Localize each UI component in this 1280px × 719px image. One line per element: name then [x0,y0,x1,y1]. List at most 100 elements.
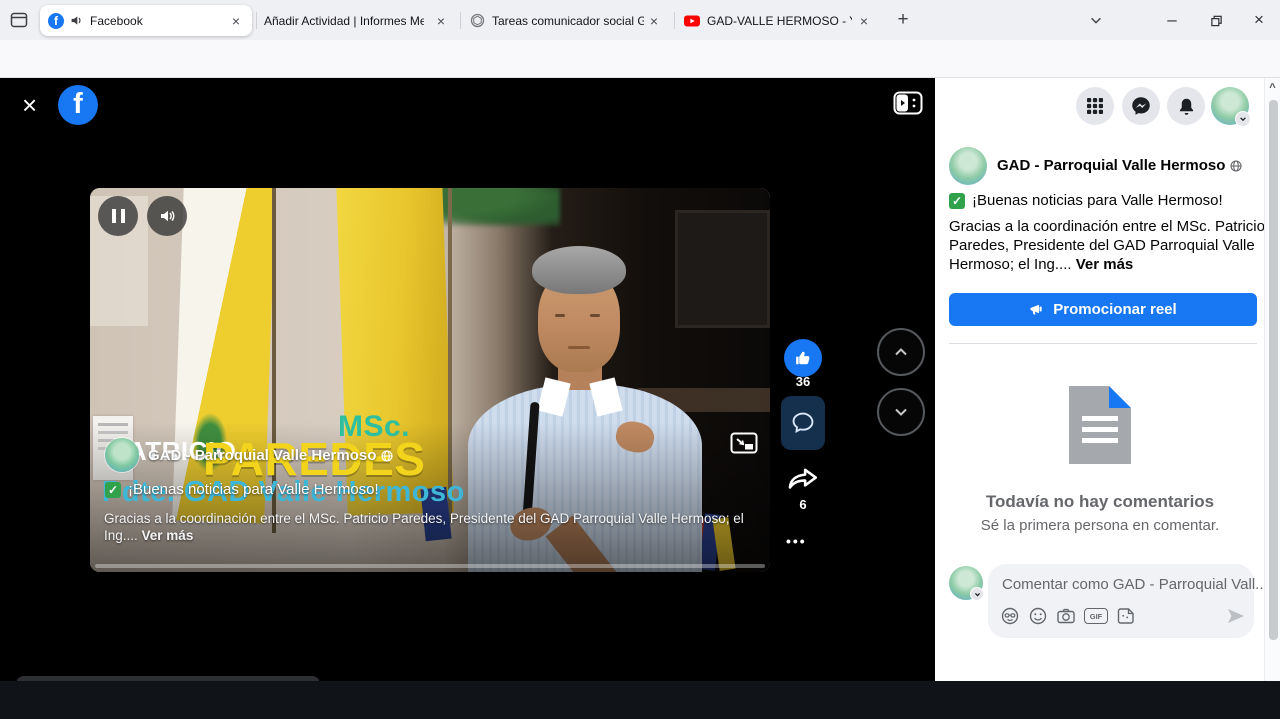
no-comments-subtitle: Sé la primera persona en comentar. [935,517,1265,534]
emoji-smile-icon[interactable] [1028,606,1048,626]
check-emoji: ✓ [105,482,121,498]
see-more-link[interactable]: Ver más [142,528,194,543]
firefox-view-icon[interactable] [9,10,29,30]
page-name: GAD - Parroquial Valle Hermoso [997,157,1225,174]
tab-tareas[interactable]: Tareas comunicador social GAD × [462,5,670,36]
overlay-page-name: GAD - Parroquial Valle Hermoso [148,447,376,464]
tab-audio-icon[interactable] [70,14,83,27]
composer-avatar-chevron [970,587,984,601]
reel-viewer: × f [0,78,935,681]
empty-comments-icon [1069,386,1131,464]
sidebar-scrollbar[interactable]: ^ [1264,78,1280,681]
window-minimize-button[interactable]: – [1150,0,1194,40]
notifications-button[interactable] [1167,87,1205,125]
apps-grid-icon [1086,97,1104,115]
list-tabs-chevron-icon[interactable] [1074,0,1118,40]
page-avatar[interactable] [949,147,987,185]
tab-facebook[interactable]: f Facebook × [40,5,252,36]
tab-separator [256,12,257,29]
thumbs-up-icon [793,348,813,368]
messenger-icon [1131,96,1151,116]
tab-close-icon[interactable]: × [856,14,872,28]
comment-placeholder[interactable]: Comentar como GAD - Parroquial Vall... [1002,576,1268,593]
camera-icon[interactable] [1056,606,1076,626]
apps-menu-button[interactable] [1076,87,1114,125]
tab-informes[interactable]: Añadir Actividad | Informes Mensua × [258,5,455,36]
comment-composer[interactable]: Comentar como GAD - Parroquial Vall... G… [988,564,1254,638]
avatar-sticker-icon[interactable] [1000,606,1020,626]
new-tab-button[interactable]: + [890,7,916,33]
tab-separator [674,12,675,29]
tab-title: Tareas comunicador social GAD [492,14,644,28]
like-button[interactable] [784,339,822,377]
facebook-favicon: f [48,13,64,29]
promote-reel-button[interactable]: Promocionar reel [949,293,1257,326]
next-reel-button[interactable] [877,388,925,436]
headline-row: ✓ ¡Buenas noticias para Valle Hermoso! [949,192,1223,209]
like-count: 36 [773,374,833,389]
promote-label: Promocionar reel [1053,301,1176,318]
check-emoji: ✓ [949,193,965,209]
overlay-headline: ¡Buenas noticias para Valle Hermoso! [128,481,379,498]
composer-avatar[interactable] [949,566,983,600]
pause-button[interactable] [98,196,138,236]
overlay-page-avatar[interactable] [105,438,139,472]
window-restore-button[interactable] [1194,0,1238,40]
gif-icon[interactable]: GIF [1084,608,1108,624]
divider [949,343,1257,344]
reel-sidebar: GAD - Parroquial Valle Hermoso ✓ ¡Buenas… [935,78,1280,681]
overlay-page-name-row[interactable]: GAD - Parroquial Valle Hermoso [148,447,393,464]
overlay-description-line2: Ing.... [104,528,142,543]
messenger-button[interactable] [1122,87,1160,125]
previous-reel-button[interactable] [877,328,925,376]
bell-icon [1177,97,1196,116]
facebook-logo[interactable]: f [58,85,98,125]
tab-separator [460,12,461,29]
chatgpt-favicon [470,13,485,28]
windows-taskbar: Buscar [0,681,1280,719]
overlay-headline-row: ✓ ¡Buenas noticias para Valle Hermoso! [105,481,379,498]
see-more-link[interactable]: Ver más [1076,256,1134,273]
scrollbar-up-arrow[interactable]: ^ [1265,82,1280,94]
sticker-icon[interactable] [1116,606,1136,626]
browser-toolbar: ← → www.facebook.com/reel/13362441347159… [0,40,1280,78]
send-comment-icon[interactable] [1226,606,1246,626]
composer-icon-row: GIF [1000,606,1136,626]
no-comments-title: Todavía no hay comentarios [935,492,1265,512]
share-arrow-icon [786,464,820,494]
share-count: 6 [773,497,833,512]
picture-in-picture-icon[interactable] [730,431,758,455]
overlay-description: Gracias a la coordinación entre el MSc. … [104,510,760,544]
overlay-description-line1: Gracias a la coordinación entre el MSc. … [104,511,744,526]
globe-icon [381,450,393,462]
tab-title: GAD-VALLE HERMOSO - YouTu [707,14,852,28]
comment-bubble-icon [790,410,816,436]
scrollbar-thumb[interactable] [1269,100,1278,640]
description-line: Hermoso; el Ing.... [949,256,1076,273]
collapse-panel-icon[interactable] [893,91,923,115]
browser-tab-bar: f Facebook × Añadir Actividad | Informes… [0,0,1280,40]
tab-title: Añadir Actividad | Informes Mensua [264,14,424,28]
comments-button[interactable] [781,396,825,450]
window-close-button[interactable]: × [1238,0,1280,40]
reel-video[interactable]: MSc. PATRICIO PAREDES Pdte. GAD Valle He… [90,188,770,572]
man-hair [532,246,626,294]
close-reel-icon[interactable]: × [22,92,37,118]
share-button[interactable] [786,464,820,494]
desktop: f Facebook × Añadir Actividad | Informes… [0,0,1280,719]
more-options-icon[interactable]: ••• [786,533,807,549]
page-name-row[interactable]: GAD - Parroquial Valle Hermoso [997,157,1242,174]
tab-close-icon[interactable]: × [228,14,244,28]
megaphone-icon [1029,302,1045,318]
account-chevron-badge [1235,111,1251,127]
tab-close-icon[interactable]: × [433,14,449,28]
video-progress-track[interactable] [95,564,765,568]
description-line: Gracias a la coordinación entre el MSc. … [949,218,1265,235]
description-line: Paredes, Presidente del GAD Parroquial V… [949,237,1255,254]
tab-youtube[interactable]: GAD-VALLE HERMOSO - YouTu × [676,5,880,36]
tab-close-icon[interactable]: × [646,14,662,28]
volume-button[interactable] [147,196,187,236]
account-avatar-button[interactable] [1211,87,1249,125]
description-text: Gracias a la coordinación entre el MSc. … [949,217,1265,274]
youtube-favicon [684,14,700,28]
